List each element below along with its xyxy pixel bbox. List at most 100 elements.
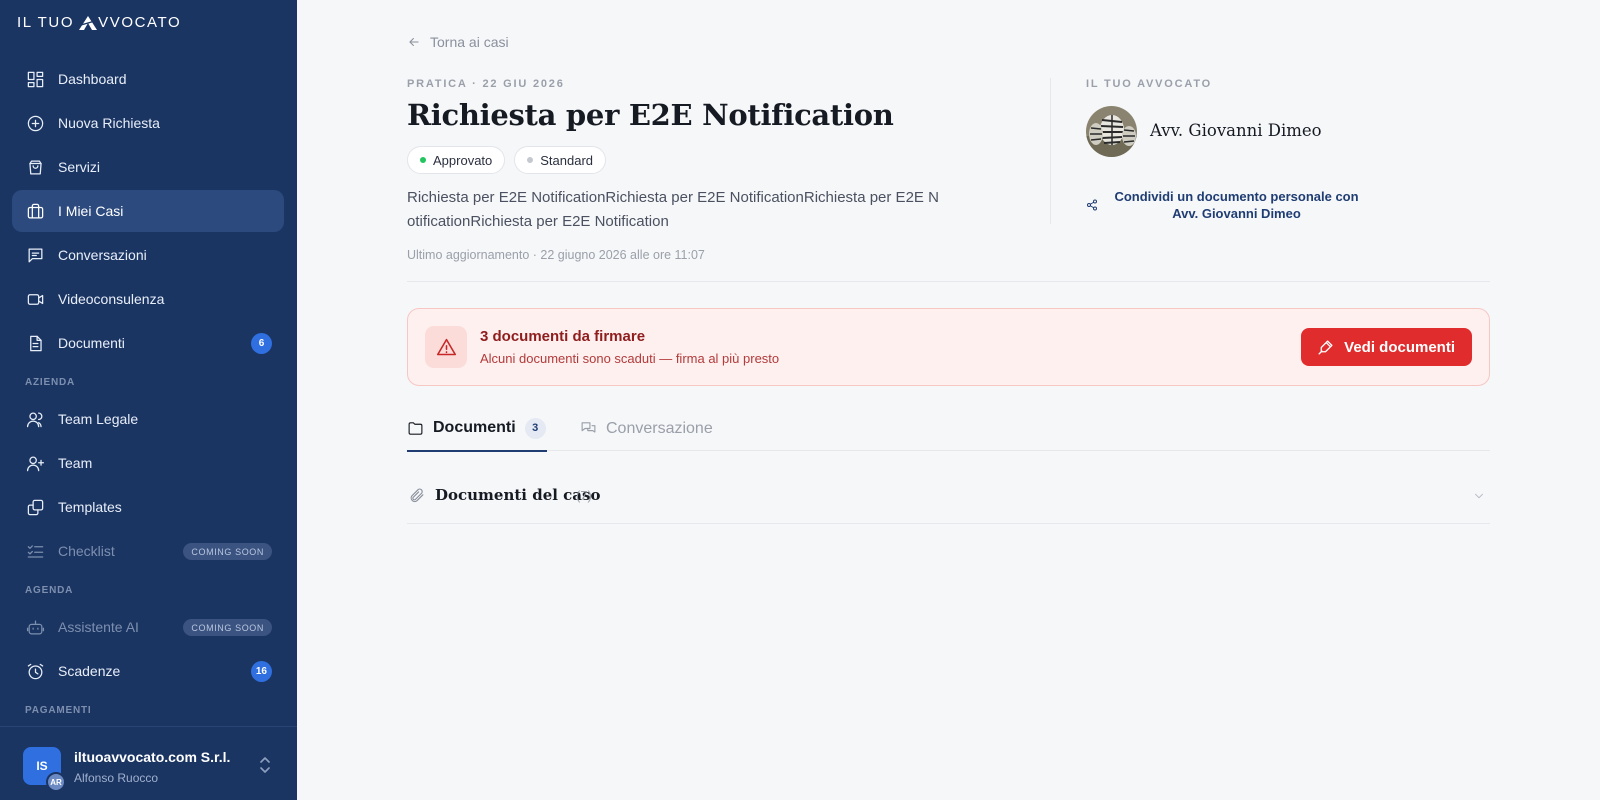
account-user-name: Alfonso Ruocco <box>74 771 159 785</box>
sidebar-item-team-legale[interactable]: Team Legale <box>12 398 284 440</box>
status-badge: Approvato <box>407 146 506 174</box>
last-updated: Ultimo aggiornamento · 22 giugno 2026 al… <box>407 248 705 262</box>
share-document-link[interactable]: Condividi un documento personale con Avv… <box>1086 188 1366 222</box>
sidebar-item-label: Scadenze <box>58 663 121 679</box>
sidebar-item-scadenze[interactable]: Scadenze 16 <box>12 650 284 692</box>
arrow-left-icon <box>409 37 419 47</box>
sidebar-item-i-miei-casi[interactable]: I Miei Casi <box>12 190 284 232</box>
dashboard-icon <box>25 69 45 89</box>
sidebar-item-label: Conversazioni <box>58 247 147 263</box>
sidebar-item-label: Dashboard <box>58 71 127 87</box>
coming-soon-badge: COMING SOON <box>183 619 272 636</box>
sidebar-section-azienda: AZIENDA <box>25 376 76 388</box>
sidebar: IL TUO VVOCATO Dashboard Nuova Richiesta… <box>0 0 297 800</box>
bot-icon <box>25 617 45 637</box>
sidebar-item-dashboard[interactable]: Dashboard <box>12 58 284 100</box>
alert-subtitle: Alcuni documenti sono scaduti — firma al… <box>480 351 780 366</box>
sidebar-item-nuova-richiesta[interactable]: Nuova Richiesta <box>12 102 284 144</box>
sidebar-item-label: Videoconsulenza <box>58 291 165 307</box>
paperclip-icon <box>410 488 424 503</box>
sidebar-item-label: Checklist <box>58 543 115 559</box>
tab-documenti[interactable]: Documenti 3 <box>407 406 547 452</box>
video-icon <box>25 289 45 309</box>
account-org-name: iltuoavvocato.com S.r.l. <box>74 749 231 765</box>
case-eyebrow: PRATICA · 22 GIU 2026 <box>407 78 565 90</box>
plus-circle-icon <box>25 113 45 133</box>
sidebar-item-label: I Miei Casi <box>58 203 124 219</box>
users-icon <box>25 409 45 429</box>
signature-alert: 3 documenti da firmare Alcuni documenti … <box>407 308 1490 386</box>
brand-a-mark-icon <box>79 15 98 30</box>
sidebar-item-documenti[interactable]: Documenti 6 <box>12 322 284 364</box>
tab-label: Conversazione <box>606 419 713 437</box>
sidebar-item-checklist[interactable]: Checklist COMING SOON <box>12 530 284 572</box>
sidebar-item-label: Documenti <box>58 335 125 351</box>
tab-count-badge: 3 <box>524 417 546 439</box>
vertical-divider <box>1050 78 1051 224</box>
sidebar-item-team[interactable]: Team <box>12 442 284 484</box>
message-icon <box>25 245 45 265</box>
pen-sign-icon <box>1318 339 1333 355</box>
chevron-down-icon <box>1475 493 1483 499</box>
account-switcher[interactable]: IS AR iltuoavvocato.com S.r.l. Alfonso R… <box>0 726 297 800</box>
tab-conversazione[interactable]: Conversazione <box>580 406 713 451</box>
case-documents-accordion[interactable]: Documenti del caso (7) <box>407 474 1490 524</box>
chevron-up-down-icon <box>260 757 270 773</box>
share-label: Condividi un documento personale con Avv… <box>1114 189 1359 221</box>
sidebar-item-servizi[interactable]: Servizi <box>12 146 284 188</box>
view-documents-label: Vedi documenti <box>1344 338 1455 356</box>
sidebar-section-agenda: AGENDA <box>25 584 74 596</box>
back-to-cases-link[interactable]: Torna ai casi <box>407 34 509 50</box>
user-plus-icon <box>25 453 45 473</box>
briefcase-icon <box>25 201 45 221</box>
checklist-icon <box>25 541 45 561</box>
sidebar-item-videoconsulenza[interactable]: Videoconsulenza <box>12 278 284 320</box>
share-icon <box>1087 199 1097 211</box>
sidebar-item-label: Templates <box>58 499 122 515</box>
documenti-count-badge: 6 <box>251 333 272 354</box>
sidebar-item-label: Servizi <box>58 159 101 175</box>
sidebar-item-label: Assistente AI <box>58 619 139 635</box>
section-count: (7) <box>576 488 592 503</box>
lawyer-avatar <box>1086 106 1137 157</box>
user-avatar: AR <box>46 772 66 792</box>
view-documents-button[interactable]: Vedi documenti <box>1301 328 1472 366</box>
tab-label: Documenti <box>433 419 516 436</box>
sidebar-item-templates[interactable]: Templates <box>12 486 284 528</box>
sidebar-item-label: Team Legale <box>58 411 139 427</box>
case-detail: Torna ai casi PRATICA · 22 GIU 2026 Rich… <box>297 0 1600 800</box>
brand-logo[interactable]: IL TUO VVOCATO <box>17 14 181 31</box>
scadenze-count-badge: 16 <box>250 661 272 682</box>
back-label: Torna ai casi <box>430 34 509 50</box>
sidebar-item-label: Team <box>58 455 93 471</box>
alert-title: 3 documenti da firmare <box>480 328 646 345</box>
document-icon <box>25 333 45 353</box>
lawyer-label: IL TUO AVVOCATO <box>1086 78 1213 90</box>
chat-bubbles-icon <box>581 422 596 433</box>
warning-triangle-icon <box>425 326 467 368</box>
sidebar-item-assistente-ai[interactable]: Assistente AI COMING SOON <box>12 606 284 648</box>
alarm-clock-icon <box>25 661 45 681</box>
coming-soon-badge: COMING SOON <box>183 543 272 560</box>
brand-prefix: IL TUO <box>17 14 75 31</box>
type-badge: Standard <box>514 146 607 174</box>
case-description: Richiesta per E2E NotificationRichiesta … <box>407 189 939 230</box>
lawyer-photo-image <box>1086 106 1137 157</box>
templates-icon <box>25 497 45 517</box>
brand-suffix: VVOCATO <box>98 14 182 31</box>
folder-icon <box>408 421 423 435</box>
shopping-bag-icon <box>25 157 45 177</box>
case-pills: Approvato Standard <box>407 146 615 174</box>
status-label: Approvato <box>433 152 493 168</box>
sidebar-item-conversazioni[interactable]: Conversazioni <box>12 234 284 276</box>
type-dot <box>527 157 534 163</box>
lawyer-name: Avv. Giovanni Dimeo <box>1150 121 1322 140</box>
header-divider <box>407 281 1490 282</box>
type-label: Standard <box>540 152 594 168</box>
sidebar-item-label: Nuova Richiesta <box>58 115 160 131</box>
sidebar-section-pagamenti: PAGAMENTI <box>25 704 92 716</box>
case-tabs: Documenti 3 Conversazione <box>407 406 1490 452</box>
page-title: Richiesta per E2E Notification <box>407 98 894 132</box>
status-dot <box>420 157 426 163</box>
sidebar-nav: Dashboard Nuova Richiesta Servizi I Miei… <box>12 58 284 726</box>
